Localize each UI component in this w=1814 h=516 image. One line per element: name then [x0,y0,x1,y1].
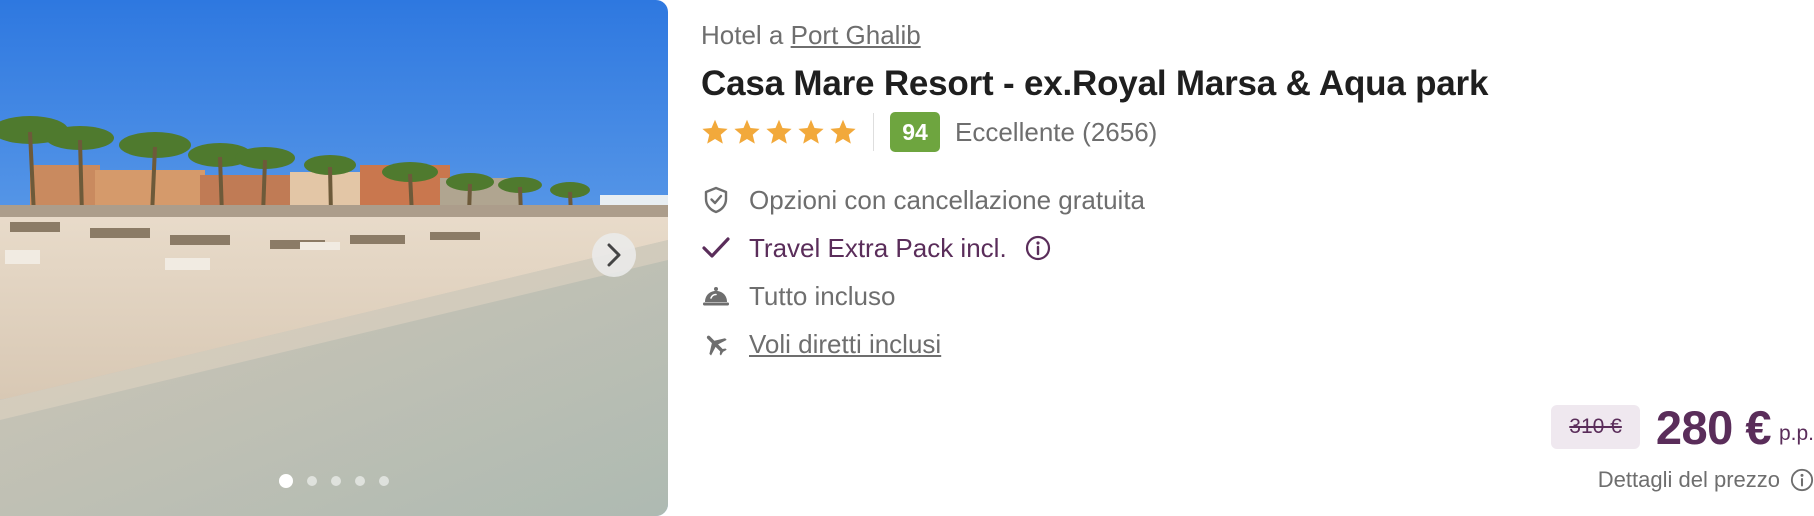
feature-travel-extra-pack: Travel Extra Pack incl. [701,230,1051,266]
info-icon[interactable] [1790,468,1814,492]
hotel-info: Hotel a Port Ghalib Casa Mare Resort - e… [701,0,1814,516]
old-price: 310 € [1551,405,1640,449]
feature-text: Travel Extra Pack incl. [749,232,1007,263]
review-score-badge[interactable]: 94 [890,112,940,152]
chevron-right-icon [607,243,621,267]
cloche-icon [701,281,731,311]
info-icon[interactable] [1025,235,1051,261]
location-city-link[interactable]: Port Ghalib [791,20,921,50]
hotel-photo-gallery[interactable] [0,0,668,516]
direct-flights-link[interactable]: Voli diretti inclusi [749,329,941,360]
star-icon [734,119,760,144]
star-icon [702,119,728,144]
feature-text: Opzioni con cancellazione gratuita [749,184,1146,215]
hotel-photo [0,0,668,516]
gallery-next-button[interactable] [592,233,636,277]
shield-check-icon [701,185,731,215]
star-icon [766,119,792,144]
current-price: 280 € [1655,400,1772,454]
price-details-label: Dettagli del prezzo [1597,467,1780,492]
gallery-dot-active[interactable] [279,474,293,488]
gallery-dot[interactable] [355,476,365,486]
gallery-pagination [0,474,668,488]
airplane-icon [701,329,731,359]
price-row: 310 € 280 € p.p. [1551,400,1814,454]
hotel-card[interactable]: Hotel a Port Ghalib Casa Mare Resort - e… [0,0,1814,516]
feature-all-inclusive: Tutto incluso [701,278,895,314]
rating-divider [873,113,874,151]
gallery-dot[interactable] [331,476,341,486]
star-rating [701,118,857,146]
rating-row: 94 Eccellente (2656) [701,112,1157,152]
price-unit: p.p. [1778,422,1814,445]
feature-free-cancellation: Opzioni con cancellazione gratuita [701,182,1145,218]
feature-text: Tutto incluso [749,280,896,311]
gallery-dot[interactable] [307,476,317,486]
star-icon [830,119,856,144]
feature-direct-flights: Voli diretti inclusi [701,326,941,362]
review-score-label[interactable]: Eccellente (2656) [955,117,1157,148]
location-prefix: Hotel a [701,20,784,50]
gallery-dot[interactable] [379,476,389,486]
star-icon [798,119,824,144]
checkmark-icon [701,233,731,263]
hotel-location: Hotel a Port Ghalib [701,20,921,51]
hotel-name[interactable]: Casa Mare Resort - ex.Royal Marsa & Aqua… [701,64,1488,104]
price-details-link[interactable]: Dettagli del prezzo [1598,464,1814,496]
